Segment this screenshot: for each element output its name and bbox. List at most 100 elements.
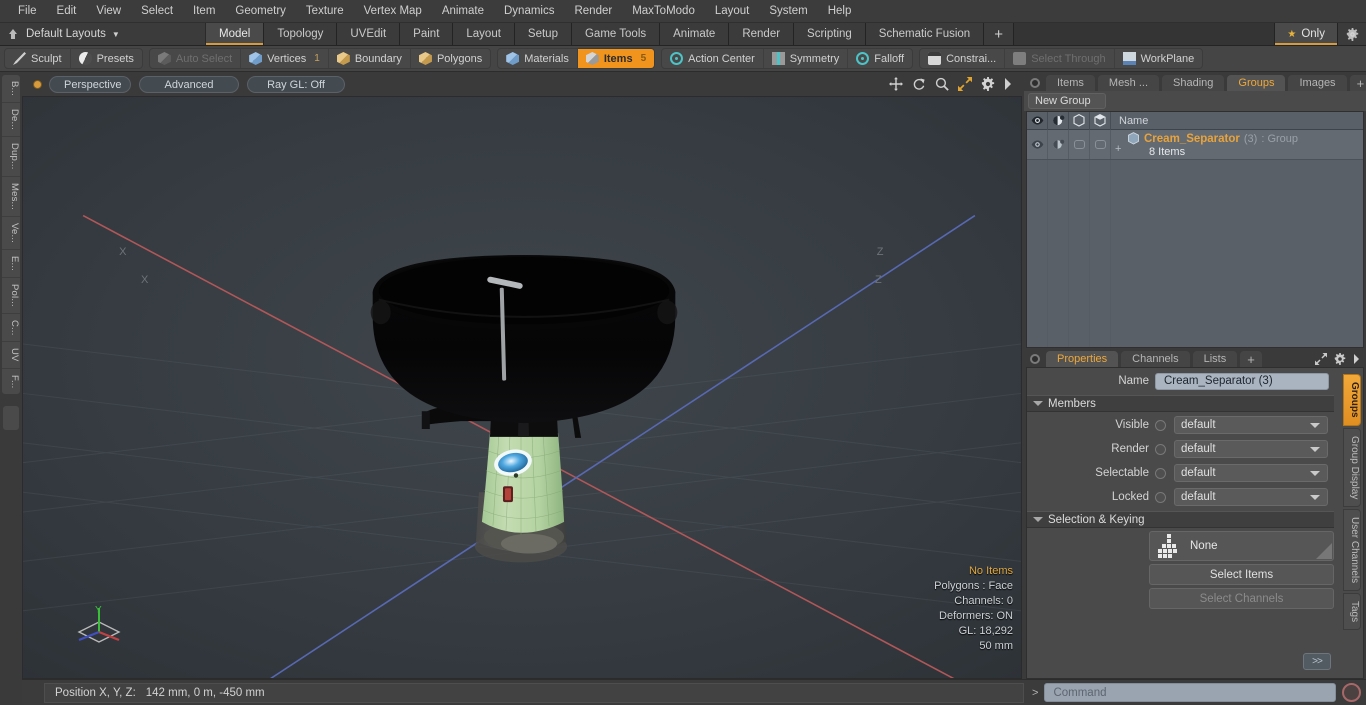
viewport-indicator-dot[interactable] (34, 80, 41, 88)
chevron-right-icon[interactable] (1004, 78, 1012, 90)
panel-menu-dot-icon[interactable] (1030, 78, 1040, 88)
menu-item-geometry[interactable]: Geometry (225, 0, 296, 23)
tab-model[interactable]: Model (206, 23, 265, 45)
tab-uvedit[interactable]: UVEdit (337, 23, 401, 45)
view-mode-button[interactable]: Perspective (49, 75, 131, 93)
menu-item-maxtomodo[interactable]: MaxToModo (622, 0, 705, 23)
more-options-button[interactable]: >> (1303, 653, 1331, 670)
chevron-right-icon[interactable] (1353, 354, 1360, 364)
column-header-render[interactable] (1048, 111, 1069, 130)
gear-icon[interactable] (1334, 353, 1346, 365)
row-render-toggle[interactable] (1048, 130, 1069, 159)
left-rail-tab-curve[interactable]: C... (2, 314, 20, 343)
action-center-button[interactable]: Action Center (662, 49, 764, 68)
menu-item-dynamics[interactable]: Dynamics (494, 0, 564, 23)
row-shaded-toggle[interactable] (1090, 130, 1111, 159)
zoom-icon[interactable] (935, 77, 949, 91)
right-tab-add[interactable]: + (1348, 74, 1366, 91)
visible-dropdown[interactable]: default (1174, 416, 1328, 434)
left-rail-extra-button[interactable] (2, 405, 20, 432)
row-expander[interactable]: + (1115, 132, 1124, 156)
side-tab-user-channels[interactable]: User Channels (1343, 508, 1361, 592)
command-input[interactable]: Command (1044, 683, 1336, 702)
group-list-empty-area[interactable] (1027, 160, 1363, 347)
shading-mode-button[interactable]: Advanced (139, 75, 239, 93)
tab-scripting[interactable]: Scripting (794, 23, 866, 45)
visible-knob[interactable] (1155, 419, 1166, 431)
column-header-outline[interactable] (1069, 111, 1090, 130)
add-tab-button[interactable]: + (984, 23, 1014, 45)
selectable-knob[interactable] (1155, 467, 1166, 479)
expand-icon[interactable] (1315, 353, 1327, 365)
right-tab-shading[interactable]: Shading (1161, 74, 1226, 91)
select-channels-button[interactable]: Select Channels (1149, 588, 1334, 609)
left-rail-tab-mesh[interactable]: Mes... (2, 177, 20, 217)
orientation-gizmo[interactable]: Y (71, 602, 127, 658)
row-visibility-toggle[interactable] (1027, 130, 1048, 159)
menu-item-view[interactable]: View (86, 0, 131, 23)
vertices-button[interactable]: Vertices 1 (241, 49, 329, 68)
locked-knob[interactable] (1155, 491, 1166, 503)
menu-item-help[interactable]: Help (818, 0, 862, 23)
selectable-dropdown[interactable]: default (1174, 464, 1328, 482)
right-tab-mesh[interactable]: Mesh ... (1096, 74, 1161, 91)
members-section-header[interactable]: Members (1027, 395, 1334, 412)
left-rail-tab-vertex[interactable]: Ve... (2, 217, 20, 250)
menu-item-select[interactable]: Select (131, 0, 183, 23)
tab-topology[interactable]: Topology (264, 23, 338, 45)
left-rail-tab-deform[interactable]: De... (2, 103, 20, 138)
boundary-button[interactable]: Boundary (329, 49, 411, 68)
only-toggle-button[interactable]: ★ Only (1275, 23, 1338, 45)
properties-tab-channels[interactable]: Channels (1120, 350, 1191, 367)
column-header-visibility[interactable] (1027, 111, 1048, 130)
select-through-button[interactable]: Select Through (1005, 49, 1115, 68)
sculpt-button[interactable]: Sculpt (5, 49, 71, 68)
menu-item-file[interactable]: File (8, 0, 47, 23)
tab-render[interactable]: Render (729, 23, 795, 45)
side-tab-group-display[interactable]: Group Display (1343, 427, 1361, 507)
selection-keying-section-header[interactable]: Selection & Keying (1027, 511, 1334, 528)
column-header-shaded[interactable] (1090, 111, 1111, 130)
tab-paint[interactable]: Paint (400, 23, 454, 45)
side-tab-groups[interactable]: Groups (1343, 374, 1361, 426)
presets-button[interactable]: Presets (71, 49, 142, 68)
left-rail-tab-polygon[interactable]: Pol... (2, 278, 20, 314)
gear-icon[interactable] (981, 77, 995, 91)
tab-setup[interactable]: Setup (514, 23, 572, 45)
polygons-button[interactable]: Polygons (411, 49, 490, 68)
3d-viewport[interactable]: X Z X Z Y No Items Polygons : Face Chann… (22, 96, 1022, 679)
render-dropdown[interactable]: default (1174, 440, 1328, 458)
name-field[interactable]: Cream_Separator (3) (1155, 372, 1329, 390)
right-tab-images[interactable]: Images (1287, 74, 1348, 91)
falloff-button[interactable]: Falloff (848, 49, 912, 68)
materials-button[interactable]: Materials (498, 49, 578, 68)
layout-selector[interactable]: Default Layouts ▼ (0, 23, 206, 45)
workplane-button[interactable]: WorkPlane (1115, 49, 1203, 68)
row-name-cell[interactable]: + Cream_Separator (3) : Group 8 Items (1111, 130, 1363, 159)
move-icon[interactable] (889, 77, 903, 91)
tab-animate[interactable]: Animate (660, 23, 730, 45)
side-tab-tags[interactable]: Tags (1343, 593, 1361, 631)
symmetry-button[interactable]: Symmetry (764, 49, 849, 68)
menu-item-item[interactable]: Item (183, 0, 225, 23)
menu-item-edit[interactable]: Edit (47, 0, 87, 23)
menu-item-animate[interactable]: Animate (432, 0, 494, 23)
properties-menu-dot-icon[interactable] (1030, 354, 1040, 364)
tab-game-tools[interactable]: Game Tools (571, 23, 661, 45)
properties-tab-properties[interactable]: Properties (1045, 350, 1120, 367)
items-button[interactable]: Items 5 (577, 49, 655, 68)
menu-item-texture[interactable]: Texture (296, 0, 354, 23)
left-rail-tab-uv[interactable]: UV (2, 342, 20, 369)
select-items-button[interactable]: Select Items (1149, 564, 1334, 585)
locked-dropdown[interactable]: default (1174, 488, 1328, 506)
menu-item-vertex-map[interactable]: Vertex Map (354, 0, 432, 23)
tab-layout[interactable]: Layout (453, 23, 515, 45)
render-knob[interactable] (1155, 443, 1166, 455)
layout-settings-button[interactable] (1338, 23, 1366, 45)
fit-icon[interactable] (958, 77, 972, 91)
tab-schematic-fusion[interactable]: Schematic Fusion (865, 23, 985, 45)
properties-tab-lists[interactable]: Lists (1191, 350, 1239, 367)
menu-item-layout[interactable]: Layout (705, 0, 760, 23)
right-tab-groups[interactable]: Groups (1226, 74, 1287, 91)
group-list[interactable]: Name + Cream_Separator (3): Group 8 Ite… (1026, 111, 1364, 348)
